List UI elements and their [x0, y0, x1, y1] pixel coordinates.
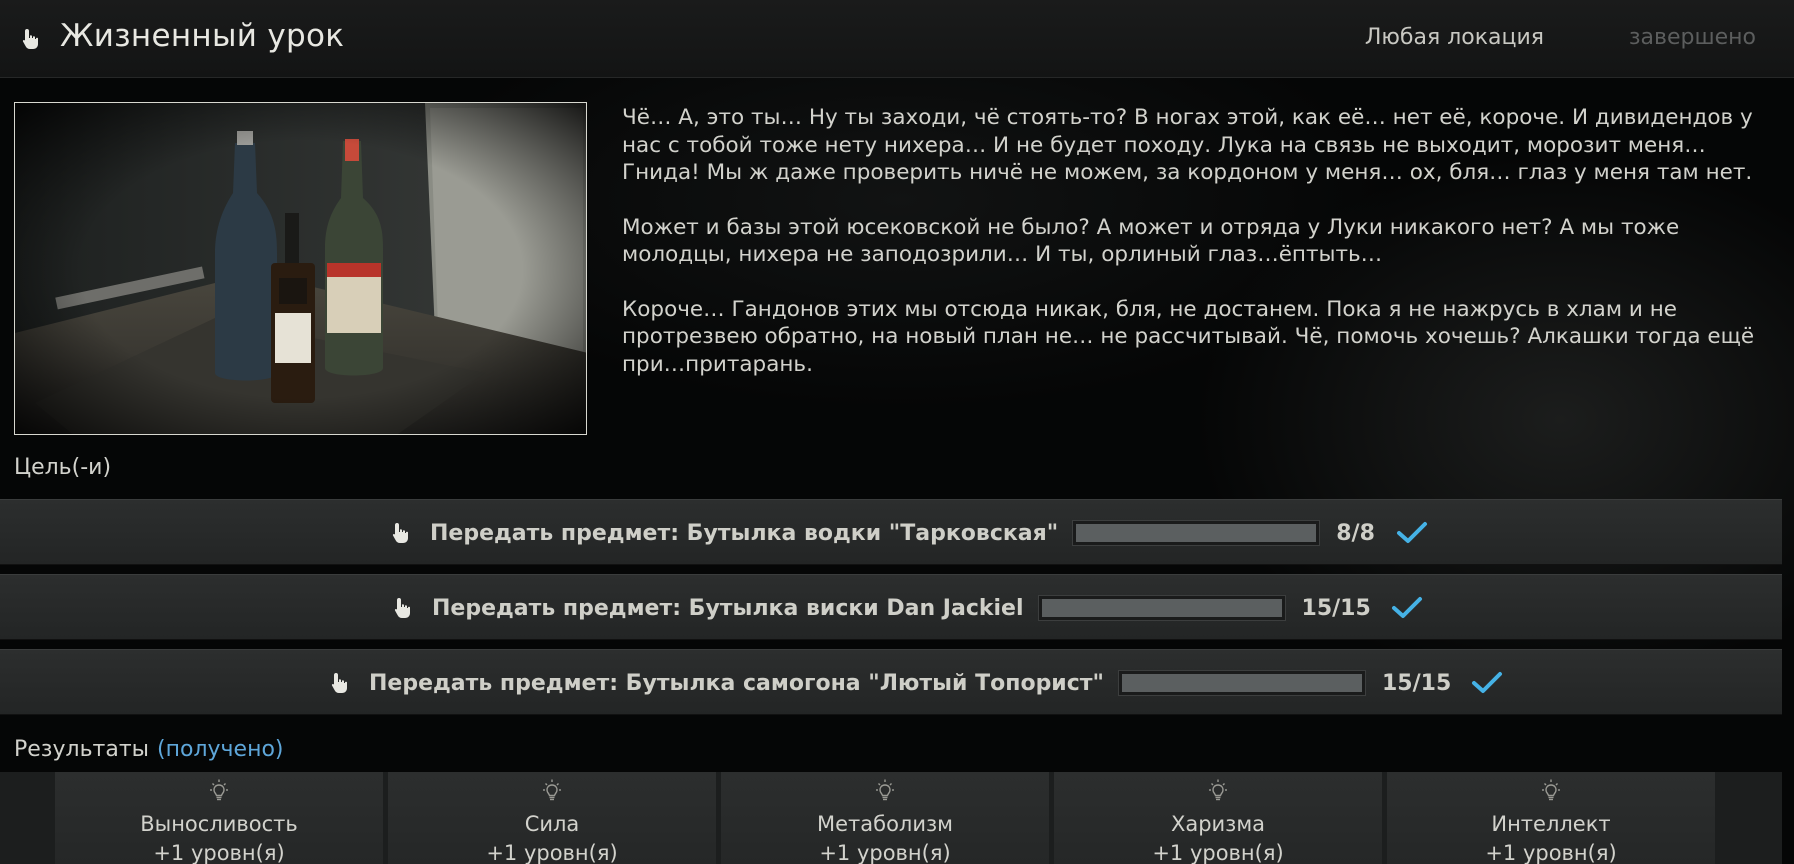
progress-fill	[1041, 599, 1282, 617]
reward-card[interactable]: Выносливость +1 уровн(я)	[55, 772, 383, 864]
description-paragraph: Короче… Гандонов этих мы отсюда никак, б…	[622, 296, 1755, 377]
objective-progress-bar	[1037, 595, 1286, 621]
quest-description: Чё… А, это ты… Ну ты заходи, чё стоять-т…	[622, 104, 1762, 405]
reward-card[interactable]: Сила +1 уровн(я)	[388, 772, 716, 864]
quest-status: завершено	[1628, 25, 1756, 50]
objective-text: Передать предмет: Бутылка самогона "Люты…	[369, 670, 1104, 696]
lightbulb-icon	[1542, 779, 1560, 801]
lightbulb-icon	[210, 779, 228, 801]
checkmark-icon	[1391, 597, 1422, 618]
lightbulb-icon	[876, 779, 894, 801]
objective-progress-bar	[1117, 670, 1366, 696]
objective-count: 15/15	[1381, 670, 1452, 696]
hand-pointer-icon	[394, 598, 410, 618]
hand-pointer-icon	[331, 673, 347, 693]
objective-row[interactable]: Передать предмет: Бутылка водки "Тарковс…	[0, 499, 1782, 565]
quest-title: Жизненный урок	[60, 18, 345, 54]
reward-name: Сила	[524, 812, 580, 836]
checkmark-icon	[1397, 522, 1428, 543]
reward-name: Выносливость	[140, 812, 298, 836]
progress-fill	[1121, 674, 1362, 692]
quest-image	[14, 102, 587, 435]
objective-text: Передать предмет: Бутылка водки "Тарковс…	[430, 520, 1059, 546]
reward-level: +1 уровн(я)	[153, 841, 285, 864]
lightbulb-icon	[1209, 779, 1227, 801]
received-status: (получено)	[157, 737, 284, 762]
reward-name: Интеллект	[1491, 812, 1611, 836]
objective-progress-bar	[1072, 520, 1321, 546]
checkmark-icon	[1472, 672, 1503, 693]
quest-location: Любая локация	[1364, 25, 1544, 50]
progress-fill	[1076, 524, 1317, 542]
objective-row[interactable]: Передать предмет: Бутылка самогона "Люты…	[0, 649, 1782, 715]
results-label: Результаты (получено)	[14, 737, 284, 762]
description-paragraph: Чё… А, это ты… Ну ты заходи, чё стоять-т…	[622, 105, 1753, 185]
reward-name: Харизма	[1170, 812, 1266, 836]
hand-pointer-icon	[392, 523, 408, 543]
reward-card[interactable]: Метаболизм +1 уровн(я)	[721, 772, 1049, 864]
objective-text: Передать предмет: Бутылка виски Dan Jack…	[432, 595, 1024, 621]
objective-row[interactable]: Передать предмет: Бутылка виски Dan Jack…	[0, 574, 1782, 640]
reward-card[interactable]: Харизма +1 уровн(я)	[1054, 772, 1382, 864]
reward-level: +1 уровн(я)	[486, 841, 618, 864]
reward-name: Метаболизм	[816, 812, 954, 836]
reward-level: +1 уровн(я)	[819, 841, 951, 864]
goals-label: Цель(-и)	[14, 455, 112, 480]
objective-count: 8/8	[1336, 520, 1375, 546]
description-paragraph: Может и базы этой юсековской не было? А …	[622, 214, 1680, 268]
reward-card[interactable]: Интеллект +1 уровн(я)	[1387, 772, 1715, 864]
lightbulb-icon	[543, 779, 561, 801]
objective-count: 15/15	[1301, 595, 1371, 621]
results-title: Результаты	[14, 737, 150, 762]
reward-level: +1 уровн(я)	[1152, 841, 1284, 864]
hand-pointer-icon	[22, 29, 38, 49]
reward-level: +1 уровн(я)	[1485, 841, 1617, 864]
quest-header: Жизненный урок Любая локация завершено	[0, 0, 1794, 78]
